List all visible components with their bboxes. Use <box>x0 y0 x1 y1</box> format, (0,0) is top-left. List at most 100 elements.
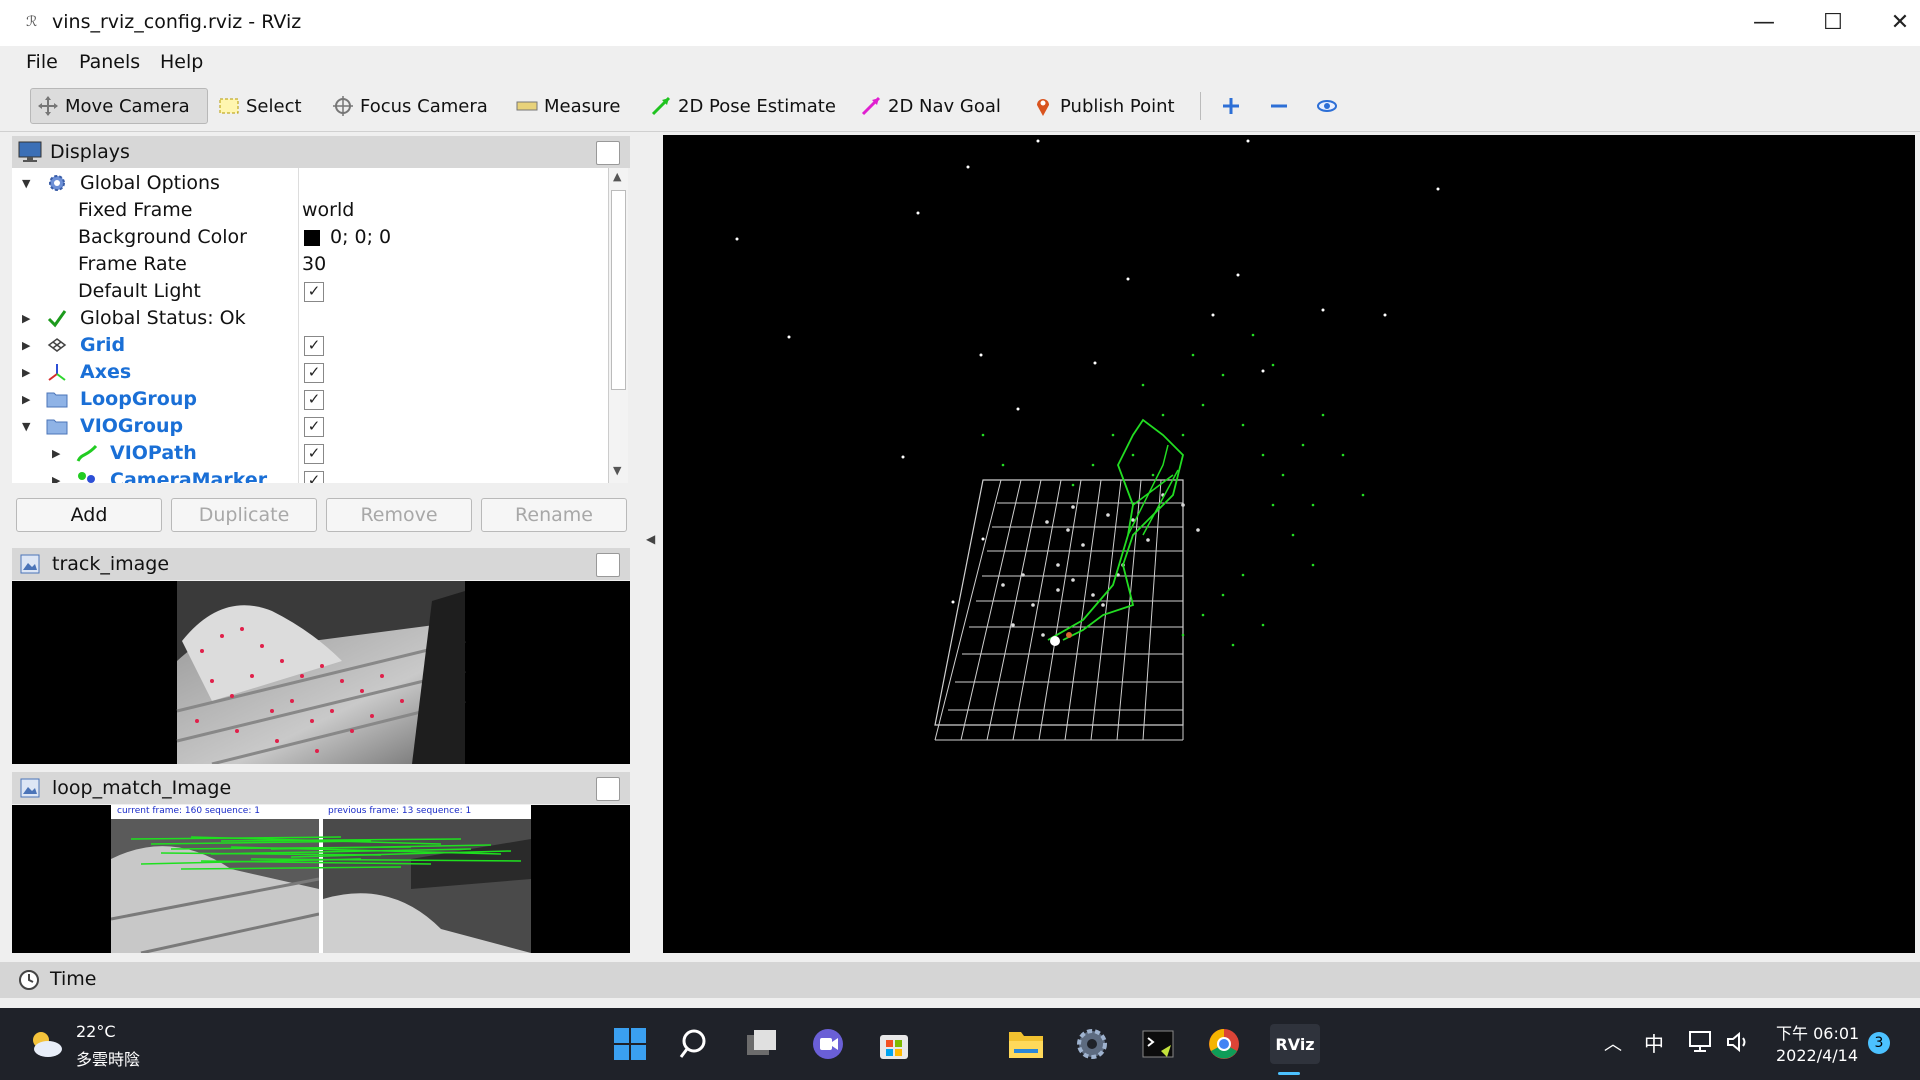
cameramarker-checkbox[interactable]: ✓ <box>304 471 324 483</box>
plus-icon <box>1220 95 1242 117</box>
microsoft-store-icon[interactable] <box>874 1024 914 1064</box>
pose-estimate-label: 2D Pose Estimate <box>678 95 836 117</box>
search-icon[interactable] <box>676 1024 716 1064</box>
pose-estimate-button[interactable]: 2D Pose Estimate <box>644 88 842 124</box>
tree-row-fixed-frame[interactable]: Fixed Frame world <box>12 197 612 224</box>
teams-chat-icon[interactable] <box>808 1024 848 1064</box>
file-explorer-icon[interactable] <box>1006 1024 1046 1064</box>
collapse-arrow-icon[interactable]: ▶ <box>52 467 60 483</box>
tree-row-axes[interactable]: ▶ Axes ✓ <box>12 359 612 386</box>
global-status-label: Global Status: Ok <box>80 307 246 329</box>
tree-row-grid[interactable]: ▶ Grid ✓ <box>12 332 612 359</box>
task-view-icon[interactable] <box>742 1024 782 1064</box>
rviz-taskbar-icon[interactable]: RViz <box>1270 1024 1320 1064</box>
monitor-icon <box>18 141 42 163</box>
menu-bar: File Panels Help <box>0 46 1920 80</box>
tree-row-viopath[interactable]: ▶ VIOPath ✓ <box>12 440 612 467</box>
path-icon <box>76 442 98 464</box>
displays-scrollbar[interactable]: ▲ ▼ <box>608 168 628 483</box>
weather-condition[interactable]: 多雲時陰 <box>76 1046 140 1070</box>
ime-indicator[interactable]: 中 <box>1644 1028 1664 1057</box>
publish-point-button[interactable]: Publish Point <box>1026 88 1181 124</box>
axes-checkbox[interactable]: ✓ <box>304 363 324 383</box>
color-swatch[interactable] <box>304 230 320 246</box>
chrome-icon[interactable] <box>1204 1024 1244 1064</box>
focus-camera-button[interactable]: Focus Camera <box>326 88 494 124</box>
loop-match-picture <box>111 819 531 953</box>
default-light-checkbox[interactable]: ✓ <box>304 282 324 302</box>
terminal-icon[interactable] <box>1138 1024 1178 1064</box>
chevron-up-icon[interactable]: ︿ <box>1604 1030 1622 1056</box>
time-panel-header: Time <box>0 962 1920 998</box>
viogroup-label: VIOGroup <box>80 415 184 437</box>
scroll-thumb[interactable] <box>611 190 626 390</box>
close-button[interactable]: ✕ <box>1880 8 1920 38</box>
tree-row-global-options[interactable]: ▼ Global Options <box>12 170 612 197</box>
clock-date[interactable]: 2022/4/14 <box>1776 1046 1858 1065</box>
viogroup-checkbox[interactable]: ✓ <box>304 417 324 437</box>
select-label: Select <box>246 95 302 117</box>
displays-title: Displays <box>50 141 130 163</box>
fixed-frame-value[interactable]: world <box>302 197 354 224</box>
collapse-arrow-icon[interactable]: ▶ <box>52 440 60 467</box>
grid-lines <box>934 479 1184 741</box>
viopath-checkbox[interactable]: ✓ <box>304 444 324 464</box>
tree-row-global-status[interactable]: ▶ Global Status: Ok <box>12 305 612 332</box>
window-title: vins_rviz_config.rviz - RViz <box>52 11 302 33</box>
menu-panels[interactable]: Panels <box>79 51 140 73</box>
3d-viewport[interactable] <box>663 135 1915 953</box>
collapse-arrow-icon[interactable]: ▶ <box>22 359 30 386</box>
menu-help[interactable]: Help <box>160 51 203 73</box>
tree-row-default-light[interactable]: Default Light ✓ <box>12 278 612 305</box>
remove-tool-button[interactable] <box>1262 88 1296 124</box>
maximize-button[interactable]: ☐ <box>1813 8 1853 38</box>
duplicate-button[interactable]: Duplicate <box>171 498 317 532</box>
tree-row-viogroup[interactable]: ▼ VIOGroup ✓ <box>12 413 612 440</box>
rename-button[interactable]: Rename <box>481 498 627 532</box>
scroll-up-icon[interactable]: ▲ <box>613 170 621 183</box>
tree-row-background-color[interactable]: Background Color 0; 0; 0 <box>12 224 612 251</box>
folder-icon <box>46 388 68 410</box>
settings-gear-icon[interactable] <box>1072 1024 1112 1064</box>
title-bar: ℛ vins_rviz_config.rviz - RViz — ☐ ✕ <box>0 0 1920 46</box>
frame-rate-value[interactable]: 30 <box>302 251 326 278</box>
add-button[interactable]: Add <box>16 498 162 532</box>
displays-undock-box[interactable] <box>596 141 620 165</box>
collapse-panel-icon[interactable]: ◀ <box>646 532 655 546</box>
scroll-down-icon[interactable]: ▼ <box>613 464 621 477</box>
measure-label: Measure <box>544 95 621 117</box>
clock-time[interactable]: 下午 06:01 <box>1776 1020 1859 1044</box>
loopgroup-checkbox[interactable]: ✓ <box>304 390 324 410</box>
background-color-value[interactable]: 0; 0; 0 <box>330 224 391 251</box>
weather-cloud-icon[interactable] <box>28 1028 66 1060</box>
track-image-view <box>12 581 630 764</box>
add-tool-button[interactable] <box>1214 88 1248 124</box>
tree-row-loopgroup[interactable]: ▶ LoopGroup ✓ <box>12 386 612 413</box>
loop-match-undock-box[interactable] <box>596 777 620 801</box>
notification-badge[interactable]: 3 <box>1868 1032 1890 1054</box>
displays-panel-header: Displays <box>12 136 630 168</box>
nav-goal-button[interactable]: 2D Nav Goal <box>854 88 1007 124</box>
network-icon[interactable] <box>1688 1030 1714 1054</box>
track-image-undock-box[interactable] <box>596 553 620 577</box>
grid-checkbox[interactable]: ✓ <box>304 336 324 356</box>
windows-start-icon[interactable] <box>610 1024 650 1064</box>
tree-row-frame-rate[interactable]: Frame Rate 30 <box>12 251 612 278</box>
weather-temperature[interactable]: 22°C <box>76 1022 116 1041</box>
tree-row-cameramarker[interactable]: ▶ CameraMarker ✓ <box>12 467 612 483</box>
volume-icon[interactable] <box>1726 1030 1752 1054</box>
collapse-arrow-icon[interactable]: ▶ <box>22 305 30 332</box>
expand-arrow-icon[interactable]: ▼ <box>22 170 30 197</box>
column-divider <box>298 168 299 483</box>
minimize-button[interactable]: — <box>1744 8 1784 38</box>
collapse-arrow-icon[interactable]: ▶ <box>22 332 30 359</box>
remove-button[interactable]: Remove <box>326 498 472 532</box>
measure-button[interactable]: Measure <box>510 88 627 124</box>
collapse-arrow-icon[interactable]: ▶ <box>22 386 30 413</box>
move-camera-button[interactable]: Move Camera <box>30 88 208 124</box>
view-tool-button[interactable] <box>1310 88 1344 124</box>
select-button[interactable]: Select <box>212 88 308 124</box>
menu-file[interactable]: File <box>26 51 58 73</box>
image-icon <box>20 778 40 798</box>
expand-arrow-icon[interactable]: ▼ <box>22 413 30 440</box>
